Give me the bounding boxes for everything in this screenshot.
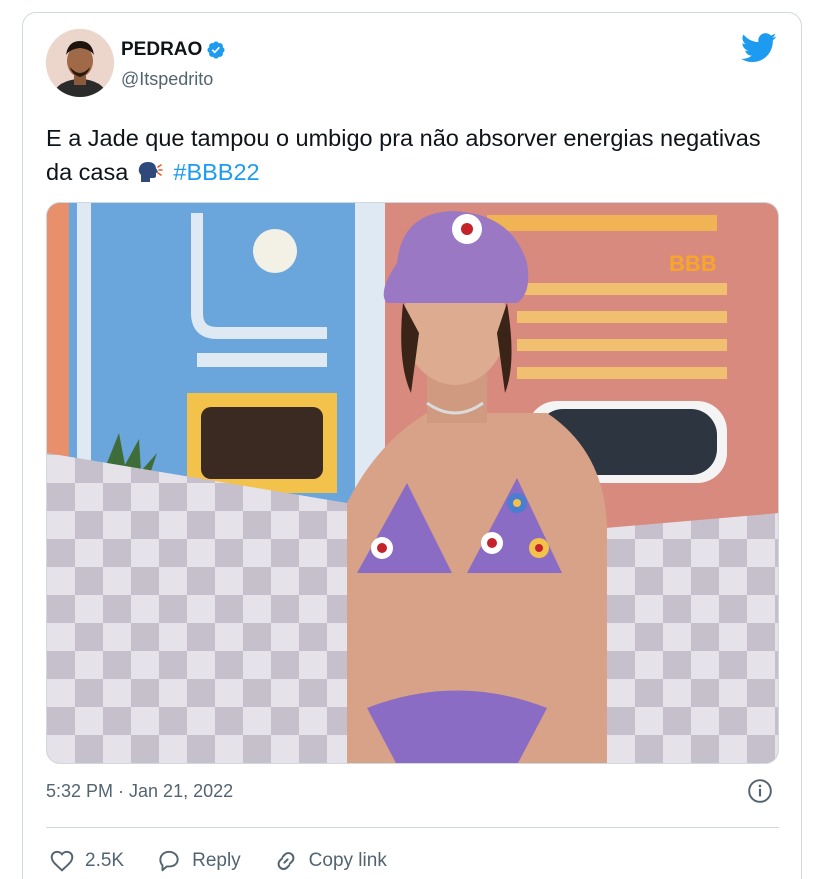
avatar[interactable] <box>46 29 114 97</box>
reply-icon <box>159 850 179 872</box>
info-icon[interactable] <box>747 778 773 804</box>
author-name[interactable]: PEDRAO <box>121 39 202 61</box>
tweet-actions: 2.5K Reply Copy link <box>49 837 419 879</box>
tweet-text: E a Jade que tampou o umbigo pra não abs… <box>46 121 786 189</box>
author-handle[interactable]: @Itspedrito <box>121 69 213 90</box>
hashtag-link[interactable]: #BBB22 <box>173 159 259 185</box>
link-icon <box>277 852 295 870</box>
speaking-head-emoji-icon <box>138 162 163 182</box>
like-count: 2.5K <box>85 850 125 871</box>
like-button[interactable]: 2.5K <box>49 848 124 874</box>
copy-link-label: Copy link <box>308 850 387 871</box>
twitter-bird-icon[interactable] <box>741 33 777 63</box>
tweet-card: PEDRAO @Itspedrito E a Jade que tampou o… <box>22 12 802 879</box>
bbb-watermark: BBB <box>669 251 717 276</box>
tweet-timestamp[interactable]: 5:32 PM · Jan 21, 2022 <box>46 781 233 802</box>
divider <box>46 827 779 828</box>
reply-label: Reply <box>192 850 241 871</box>
tweet-media-image[interactable]: BBB <box>46 202 779 764</box>
heart-icon <box>50 850 74 872</box>
copy-link-button[interactable]: Copy link <box>273 848 387 874</box>
reply-button[interactable]: Reply <box>156 848 241 874</box>
verified-badge-icon <box>207 41 225 59</box>
